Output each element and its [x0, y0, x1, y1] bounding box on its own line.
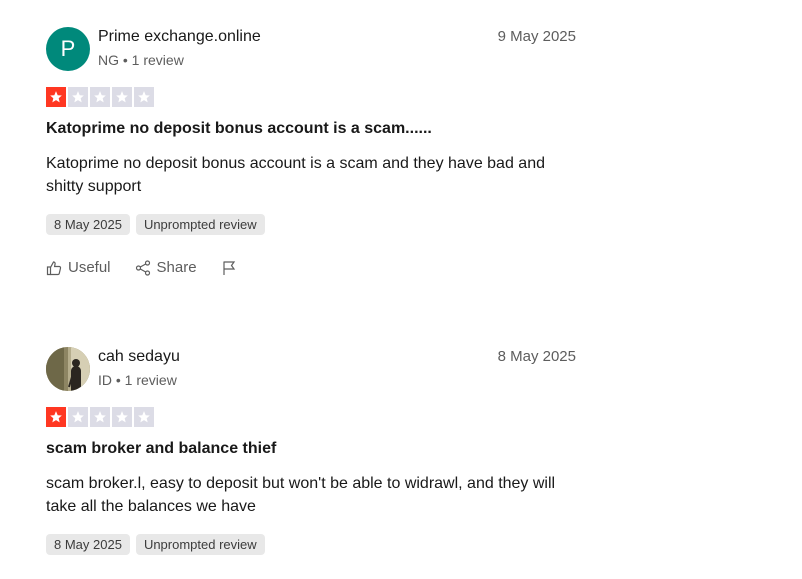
review-type-badge: Unprompted review	[135, 214, 265, 235]
review-card: cah sedayu ID • 1 review 8 May 2025 scam…	[46, 347, 576, 555]
star-icon-empty	[112, 87, 132, 107]
reviewer-meta: NG • 1 review	[98, 52, 184, 68]
review-date: 8 May 2025	[497, 348, 576, 365]
review-title[interactable]: Katoprime no deposit bonus account is a …	[46, 119, 576, 139]
review-tags: 8 May 2025 Unprompted review	[46, 534, 576, 555]
review-body: scam broker.l, easy to deposit but won't…	[46, 475, 556, 515]
star-icon-empty	[90, 87, 110, 107]
share-label: Share	[156, 259, 197, 276]
reviewer-meta: ID • 1 review	[98, 372, 177, 388]
star-icon-empty	[90, 407, 110, 427]
star-icon-filled	[46, 87, 66, 107]
useful-label: Useful	[68, 259, 111, 276]
thumbs-up-icon	[46, 260, 62, 275]
review-date: 9 May 2025	[497, 28, 576, 45]
review-card: P Prime exchange.online NG • 1 review 9 …	[46, 27, 576, 276]
flag-icon	[222, 260, 235, 275]
review-title[interactable]: scam broker and balance thief	[46, 439, 576, 459]
star-icon-empty	[112, 407, 132, 427]
avatar-letter: P	[60, 36, 76, 61]
avatar-photo-icon	[46, 347, 90, 391]
review-header: cah sedayu ID • 1 review 8 May 2025	[46, 347, 576, 393]
review-body: Katoprime no deposit bonus account is a …	[46, 155, 545, 195]
star-icon-empty	[68, 87, 88, 107]
reviewer-name[interactable]: Prime exchange.online	[98, 28, 261, 46]
review-actions: Useful Share	[46, 259, 576, 276]
review-type-badge: Unprompted review	[135, 534, 265, 555]
star-rating	[46, 407, 576, 427]
star-icon-empty	[68, 407, 88, 427]
star-icon-filled	[46, 407, 66, 427]
avatar[interactable]	[46, 347, 90, 391]
experience-date-badge: 8 May 2025	[46, 214, 130, 235]
avatar[interactable]: P	[46, 27, 90, 71]
review-header: P Prime exchange.online NG • 1 review 9 …	[46, 27, 576, 73]
reviewer-name[interactable]: cah sedayu	[98, 348, 180, 366]
report-button[interactable]	[221, 260, 237, 276]
useful-button[interactable]: Useful	[46, 259, 111, 276]
share-icon	[135, 259, 150, 276]
experience-date-badge: 8 May 2025	[46, 534, 130, 555]
share-button[interactable]: Share	[135, 259, 197, 276]
star-icon-empty	[134, 87, 154, 107]
review-tags: 8 May 2025 Unprompted review	[46, 214, 576, 235]
star-icon-empty	[134, 407, 154, 427]
star-rating	[46, 87, 576, 107]
